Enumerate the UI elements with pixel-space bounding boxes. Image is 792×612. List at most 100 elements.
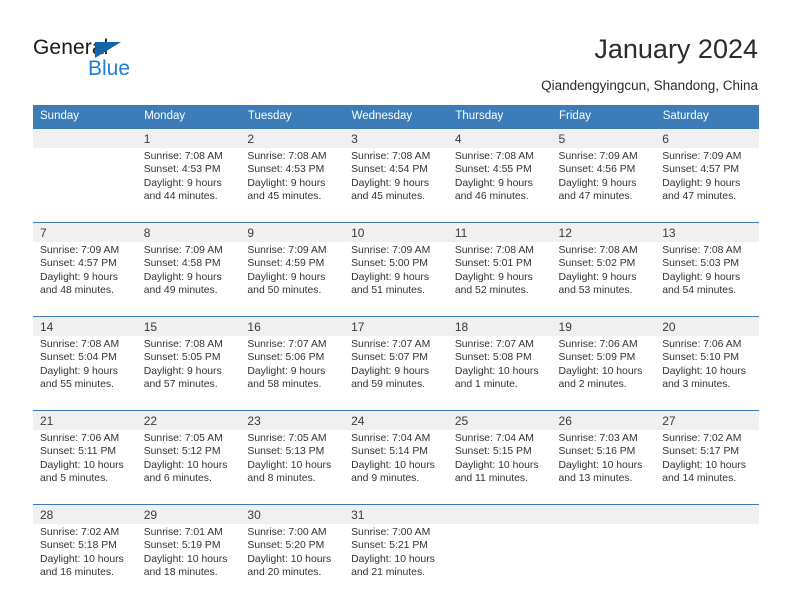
day-details: Sunrise: 7:00 AM Sunset: 5:21 PM Daylight:… [344,524,448,598]
day-number[interactable]: 5 [551,128,656,148]
day-number[interactable]: 28 [33,504,137,524]
sunset-text: Sunset: 5:00 PM [351,258,428,270]
daylight-text-line2: and 54 minutes. [662,285,737,297]
sunrise-text: Sunrise: 7:00 AM [247,527,327,538]
day-number[interactable]: 23 [240,410,345,430]
sunrise-text: Sunrise: 7:09 AM [558,151,638,162]
day-number[interactable]: 8 [136,222,241,242]
logo-triangle-icon [95,42,121,58]
daylight-text-line1: Daylight: 10 hours [351,459,435,471]
daylight-text-line2: and 53 minutes. [558,285,633,297]
day-number[interactable]: 10 [344,222,448,242]
day-number[interactable]: 1 [136,128,241,148]
sunrise-text: Sunrise: 7:06 AM [662,339,742,350]
page-header: General Blue January 2024 Qiandengyingcu… [0,0,792,100]
daylight-text-line1: Daylight: 9 hours [143,271,222,283]
calendar-table: Sunday Monday Tuesday Wednesday Thursday… [33,105,760,598]
day-number[interactable]: 16 [240,316,345,336]
weekday-header-thursday: Thursday [447,105,553,129]
daylight-text-line2: and 9 minutes. [351,473,420,485]
week-detail-row: Sunrise: 7:08 AM Sunset: 4:53 PM Daylight:… [33,148,759,223]
day-number[interactable]: 15 [136,316,241,336]
daylight-text-line2: and 50 minutes. [247,285,322,297]
sunrise-text: Sunrise: 7:08 AM [454,245,534,256]
day-number[interactable]: 31 [344,504,448,524]
daylight-text-line2: and 13 minutes. [558,473,633,485]
day-number[interactable]: 26 [551,410,656,430]
day-cell-empty [551,504,656,524]
day-number[interactable]: 20 [655,316,759,336]
day-number[interactable]: 13 [655,222,759,242]
day-number[interactable]: 2 [240,128,345,148]
day-details: Sunrise: 7:00 AM Sunset: 5:20 PM Daylight:… [240,524,345,598]
sunset-text: Sunset: 5:18 PM [40,540,117,552]
sunrise-text: Sunrise: 7:02 AM [40,527,120,538]
day-number[interactable]: 17 [344,316,448,336]
weekday-header-sunday: Sunday [33,105,138,129]
day-number[interactable]: 22 [136,410,241,430]
logo-text-blue: Blue [88,57,131,80]
day-number[interactable]: 24 [344,410,448,430]
sunset-text: Sunset: 4:55 PM [454,164,532,176]
week-daynumber-row: 7 8 9 10 11 12 13 [33,222,759,242]
day-number[interactable]: 29 [136,504,241,524]
calendar-body: 1 2 3 4 5 6 Sunrise: 7:08 AM Sunset: 4:53 PM Day… [33,128,759,598]
day-number[interactable]: 14 [33,316,137,336]
day-number[interactable]: 9 [240,222,345,242]
day-details: Sunrise: 7:05 AM Sunset: 5:12 PM Daylight:… [136,430,241,505]
day-number[interactable]: 27 [655,410,759,430]
week-detail-row: Sunrise: 7:08 AM Sunset: 5:04 PM Daylight:… [33,336,759,411]
daylight-text-line1: Daylight: 9 hours [247,271,326,283]
daylight-text-line2: and 44 minutes. [143,191,218,203]
sunset-text: Sunset: 4:59 PM [247,258,325,270]
sunset-text: Sunset: 4:57 PM [662,164,740,176]
day-details: Sunrise: 7:09 AM Sunset: 4:57 PM Daylight:… [655,148,759,223]
day-number[interactable]: 21 [33,410,137,430]
sunrise-text: Sunrise: 7:08 AM [454,151,534,162]
day-details: Sunrise: 7:07 AM Sunset: 5:08 PM Daylight:… [447,336,552,411]
day-cell-empty [655,504,759,524]
sunrise-text: Sunrise: 7:09 AM [143,245,223,256]
sunset-text: Sunset: 5:08 PM [454,352,532,364]
day-details: Sunrise: 7:03 AM Sunset: 5:16 PM Daylight:… [551,430,656,505]
day-number[interactable]: 6 [655,128,759,148]
day-details: Sunrise: 7:09 AM Sunset: 5:00 PM Daylight:… [344,242,448,317]
sunrise-text: Sunrise: 7:07 AM [454,339,534,350]
day-number[interactable]: 11 [447,222,552,242]
sunset-text: Sunset: 5:10 PM [662,352,740,364]
day-details: Sunrise: 7:06 AM Sunset: 5:10 PM Daylight:… [655,336,759,411]
weekday-header-monday: Monday [136,105,241,129]
day-number[interactable]: 25 [447,410,552,430]
sunrise-text: Sunrise: 7:08 AM [662,245,742,256]
general-blue-logo[interactable]: General Blue [33,36,173,84]
day-number[interactable]: 3 [344,128,448,148]
day-number[interactable]: 19 [551,316,656,336]
day-details: Sunrise: 7:06 AM Sunset: 5:09 PM Daylight:… [551,336,656,411]
daylight-text-line1: Daylight: 10 hours [662,459,746,471]
day-number[interactable]: 4 [447,128,552,148]
week-daynumber-row: 14 15 16 17 18 19 20 [33,316,759,336]
day-details: Sunrise: 7:08 AM Sunset: 4:53 PM Daylight:… [240,148,345,223]
sunrise-text: Sunrise: 7:08 AM [40,339,120,350]
daylight-text-line1: Daylight: 9 hours [351,177,430,189]
day-number[interactable]: 18 [447,316,552,336]
sunrise-text: Sunrise: 7:04 AM [454,433,534,444]
daylight-text-line1: Daylight: 9 hours [143,365,222,377]
daylight-text-line2: and 47 minutes. [558,191,633,203]
daylight-text-line1: Daylight: 9 hours [40,365,118,377]
sunrise-text: Sunrise: 7:08 AM [143,339,223,350]
daylight-text-line2: and 57 minutes. [143,379,218,391]
daylight-text-line2: and 47 minutes. [662,191,737,203]
day-number[interactable]: 30 [240,504,345,524]
sunrise-text: Sunrise: 7:09 AM [662,151,742,162]
week-daynumber-row: 21 22 23 24 25 26 27 [33,410,759,430]
sunrise-text: Sunrise: 7:08 AM [558,245,638,256]
day-details: Sunrise: 7:07 AM Sunset: 5:06 PM Daylight:… [240,336,345,411]
day-number[interactable]: 7 [33,222,137,242]
day-details: Sunrise: 7:04 AM Sunset: 5:15 PM Daylight:… [447,430,552,505]
sunset-text: Sunset: 5:21 PM [351,540,428,552]
day-number[interactable]: 12 [551,222,656,242]
day-details: Sunrise: 7:09 AM Sunset: 4:58 PM Daylight:… [136,242,241,317]
sunset-text: Sunset: 5:07 PM [351,352,428,364]
daylight-text-line2: and 5 minutes. [40,473,109,485]
